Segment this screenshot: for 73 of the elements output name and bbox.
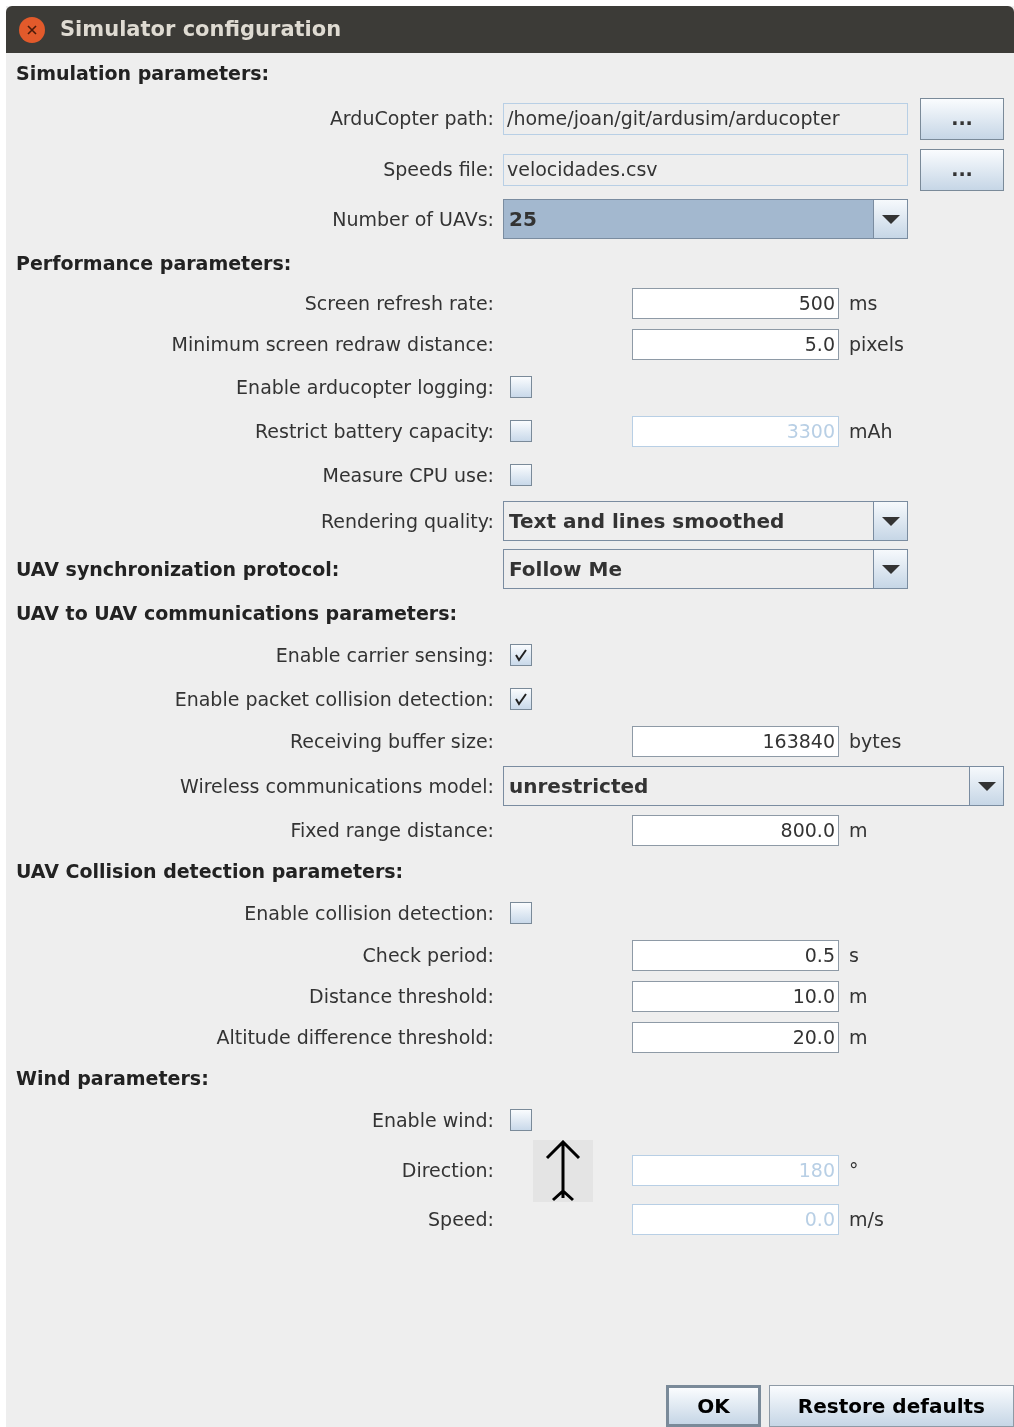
unit-label: s xyxy=(849,943,859,969)
checkmark-icon xyxy=(513,647,529,663)
unit-label: ° xyxy=(849,1158,859,1184)
close-icon[interactable] xyxy=(18,15,46,44)
caret-icon xyxy=(881,564,900,574)
caret-icon xyxy=(881,516,900,526)
field-label: Receiving buffer size: xyxy=(289,729,494,755)
field-label: Screen refresh rate: xyxy=(304,291,494,317)
unit-label: m/s xyxy=(849,1207,884,1233)
section-heading: Performance parameters: xyxy=(16,251,292,274)
field-label: Enable carrier sensing: xyxy=(275,642,494,668)
checkbox[interactable] xyxy=(510,420,532,442)
section-heading: Wind parameters: xyxy=(16,1066,209,1089)
field-label: Enable collision detection: xyxy=(244,900,494,926)
field-label: Check period: xyxy=(362,943,494,969)
field-label: Rendering quality: xyxy=(320,508,494,534)
field-label: Measure CPU use: xyxy=(322,462,494,488)
unit-label: mAh xyxy=(849,418,893,444)
field-label: Number of UAVs: xyxy=(332,206,494,232)
field-label: ArduCopter path: xyxy=(329,106,494,132)
browse-button[interactable]: ... xyxy=(920,148,1004,191)
field-label: Restrict battery capacity: xyxy=(254,418,494,444)
field-label: Speed: xyxy=(428,1207,494,1233)
section-heading: UAV Collision detection parameters: xyxy=(16,859,404,882)
dropdown[interactable]: unrestricted xyxy=(503,766,1004,806)
dropdown[interactable]: Follow Me xyxy=(503,549,908,589)
dropdown[interactable]: 25 xyxy=(503,199,908,239)
checkbox[interactable] xyxy=(510,902,532,924)
unit-label: m xyxy=(849,984,868,1010)
field-label: Distance threshold: xyxy=(309,984,494,1010)
number-field[interactable]: 5.0 xyxy=(632,329,839,360)
dialog-button[interactable]: Restore defaults xyxy=(768,1385,1014,1427)
field-label: Enable packet collision detection: xyxy=(174,686,494,712)
path-field[interactable]: /home/joan/git/ardusim/arducopter xyxy=(503,102,908,135)
number-field[interactable]: 0.5 xyxy=(632,940,839,971)
section-heading: UAV to UAV communications parameters: xyxy=(16,601,458,624)
field-label: Speeds file: xyxy=(383,157,494,183)
unit-label: m xyxy=(849,818,868,844)
unit-label: pixels xyxy=(849,332,904,358)
unit-label: m xyxy=(849,1025,868,1051)
field-label: Enable arducopter logging: xyxy=(236,374,494,400)
field-label: Altitude difference threshold: xyxy=(216,1025,494,1051)
unit-label: bytes xyxy=(849,729,902,755)
browse-button[interactable]: ... xyxy=(920,97,1004,140)
checkbox[interactable] xyxy=(510,464,532,486)
section-heading: UAV synchronization protocol: xyxy=(16,557,340,580)
dropdown[interactable]: Text and lines smoothed xyxy=(503,501,908,541)
checkmark-icon xyxy=(513,691,529,707)
unit-label: ms xyxy=(849,291,878,317)
caret-icon xyxy=(977,781,996,791)
number-field[interactable]: 800.0 xyxy=(632,815,839,846)
dropdown-button[interactable] xyxy=(873,200,907,238)
field-label: Direction: xyxy=(401,1158,494,1184)
checkbox[interactable] xyxy=(510,1109,532,1131)
dropdown-button[interactable] xyxy=(873,550,907,588)
section-heading: Simulation parameters: xyxy=(16,61,270,84)
dialog-button[interactable]: OK xyxy=(666,1385,761,1427)
field-label: Enable wind: xyxy=(371,1107,494,1133)
field-label: Fixed range distance: xyxy=(290,818,494,844)
number-field[interactable]: 10.0 xyxy=(632,981,839,1012)
checkbox[interactable] xyxy=(510,688,532,710)
number-field[interactable]: 20.0 xyxy=(632,1022,839,1053)
number-field[interactable]: 163840 xyxy=(632,726,839,757)
dropdown-button[interactable] xyxy=(969,767,1003,805)
number-field[interactable]: 500 xyxy=(632,288,839,319)
field-label: Wireless communications model: xyxy=(180,773,494,799)
window-title: Simulator configuration xyxy=(60,15,342,43)
checkbox[interactable] xyxy=(510,644,532,666)
caret-icon xyxy=(881,214,900,224)
field-label: Minimum screen redraw distance: xyxy=(171,332,494,358)
checkbox[interactable] xyxy=(510,376,532,398)
dropdown-button[interactable] xyxy=(873,502,907,540)
path-field[interactable]: velocidades.csv xyxy=(503,153,908,186)
